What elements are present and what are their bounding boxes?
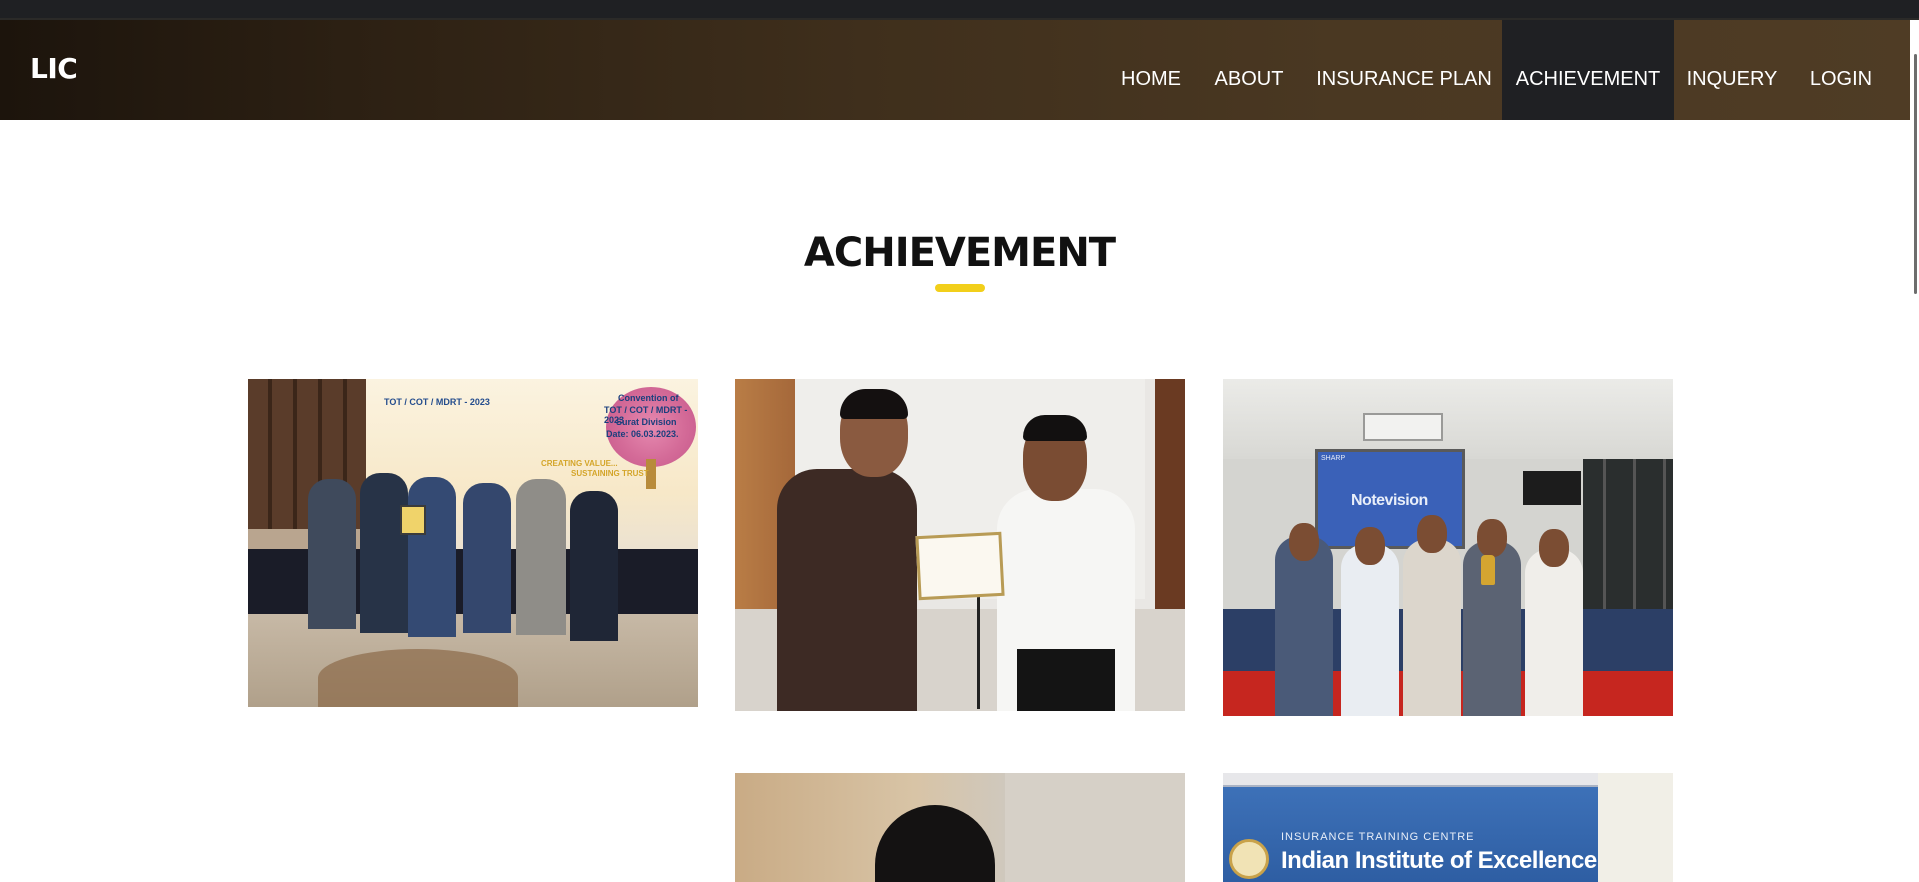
- person-figure: [408, 477, 456, 637]
- achievement-photo-2[interactable]: [735, 379, 1185, 711]
- nav-login[interactable]: LOGIN: [1800, 20, 1882, 120]
- section-title: ACHIEVEMENT: [803, 230, 1116, 276]
- person-figure: [516, 479, 566, 635]
- person-figure: [1275, 536, 1333, 716]
- banner-text-2: Convention of: [618, 393, 679, 403]
- screen-text: Notevision: [1351, 492, 1428, 509]
- banner-text-5: Date: 06.03.2023.: [606, 429, 679, 439]
- banner-text-1: TOT / COT / MDRT - 2023: [384, 397, 490, 407]
- nav-inquery[interactable]: INQUERY: [1680, 20, 1784, 120]
- banner-title: Indian Institute of Excellence: [1281, 847, 1597, 874]
- nav-insurance-plan[interactable]: INSURANCE PLAN: [1306, 20, 1502, 120]
- room-ceiling: [1223, 379, 1673, 459]
- institute-seal-icon: [1229, 839, 1269, 879]
- site-navbar: LIC HOME ABOUT INSURANCE PLAN ACHIEVEMEN…: [0, 20, 1919, 120]
- person-figure: [308, 479, 356, 629]
- browser-top-strip: [0, 0, 1919, 20]
- banner-text-4: Surat Division: [616, 417, 677, 427]
- person-figure: [1403, 539, 1461, 716]
- person-hair: [840, 389, 908, 419]
- page-scrollbar-track[interactable]: [1910, 20, 1919, 882]
- person-in-suit: [777, 469, 917, 711]
- certificate: [915, 531, 1005, 601]
- person-hair: [1023, 415, 1087, 441]
- screen-brand-text: SHARP: [1321, 455, 1346, 462]
- tripod-stand: [977, 589, 980, 709]
- floor-pattern: [318, 649, 518, 707]
- person-head: [1289, 523, 1319, 561]
- achievement-photo-1[interactable]: TOT / COT / MDRT - 2023 Convention of TO…: [248, 379, 698, 707]
- nav-home[interactable]: HOME: [1110, 20, 1192, 120]
- ceiling-ac-unit: [1363, 413, 1443, 441]
- person-trousers: [1017, 649, 1115, 711]
- banner-text-6: CREATING VALUE...: [541, 459, 618, 468]
- person-head: [1477, 519, 1507, 557]
- person-figure: [463, 483, 511, 633]
- person-figure: [1341, 544, 1399, 716]
- banner-text-7: SUSTAINING TRUST: [571, 469, 649, 478]
- banner-top-frame: [1223, 773, 1598, 787]
- wall-panel: [1005, 773, 1185, 882]
- achievement-photo-4[interactable]: [735, 773, 1185, 882]
- person-figure: [360, 473, 408, 633]
- trophy: [1481, 555, 1495, 585]
- person-head: [1417, 515, 1447, 553]
- wall-tv: [1523, 471, 1581, 505]
- person-figure: [570, 491, 618, 641]
- room-wall: [1598, 773, 1673, 882]
- person-head: [1355, 527, 1385, 565]
- nav-achievement[interactable]: ACHIEVEMENT: [1502, 20, 1674, 120]
- achievement-photo-5[interactable]: INSURANCE TRAINING CENTRE Indian Institu…: [1223, 773, 1673, 882]
- site-logo[interactable]: LIC: [30, 52, 78, 85]
- person-figure: [1525, 549, 1583, 716]
- banner-subtitle: INSURANCE TRAINING CENTRE: [1281, 831, 1475, 843]
- person-head: [1539, 529, 1569, 567]
- title-underline: [935, 284, 985, 292]
- nav-about[interactable]: ABOUT: [1206, 20, 1292, 120]
- award-plaque: [400, 505, 426, 535]
- achievement-photo-3[interactable]: SHARP Notevision: [1223, 379, 1673, 716]
